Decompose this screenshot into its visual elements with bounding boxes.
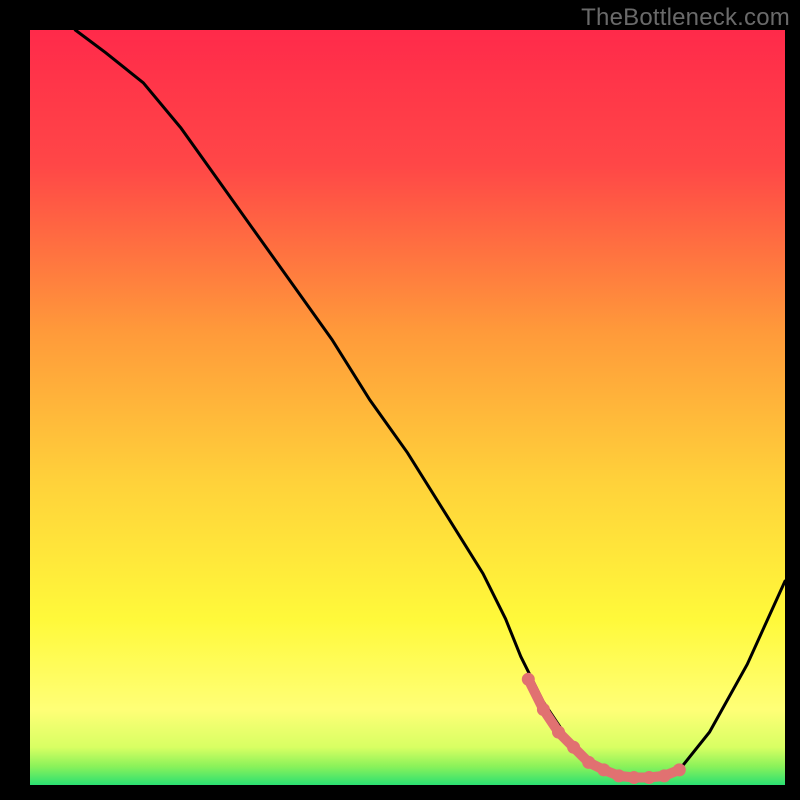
chart-gradient-background [30, 30, 785, 785]
optimal-zone-dot [537, 703, 550, 716]
optimal-zone-dot [552, 726, 565, 739]
optimal-zone-dot [597, 763, 610, 776]
chart-svg [0, 0, 800, 800]
optimal-zone-dot [673, 763, 686, 776]
optimal-zone-dot [612, 769, 625, 782]
optimal-zone-dot [628, 771, 641, 784]
optimal-zone-dot [522, 673, 535, 686]
optimal-zone-dot [582, 756, 595, 769]
bottleneck-chart: TheBottleneck.com [0, 0, 800, 800]
optimal-zone-dot [658, 769, 671, 782]
optimal-zone-dot [643, 771, 656, 784]
optimal-zone-dot [567, 741, 580, 754]
watermark-text: TheBottleneck.com [581, 4, 790, 32]
